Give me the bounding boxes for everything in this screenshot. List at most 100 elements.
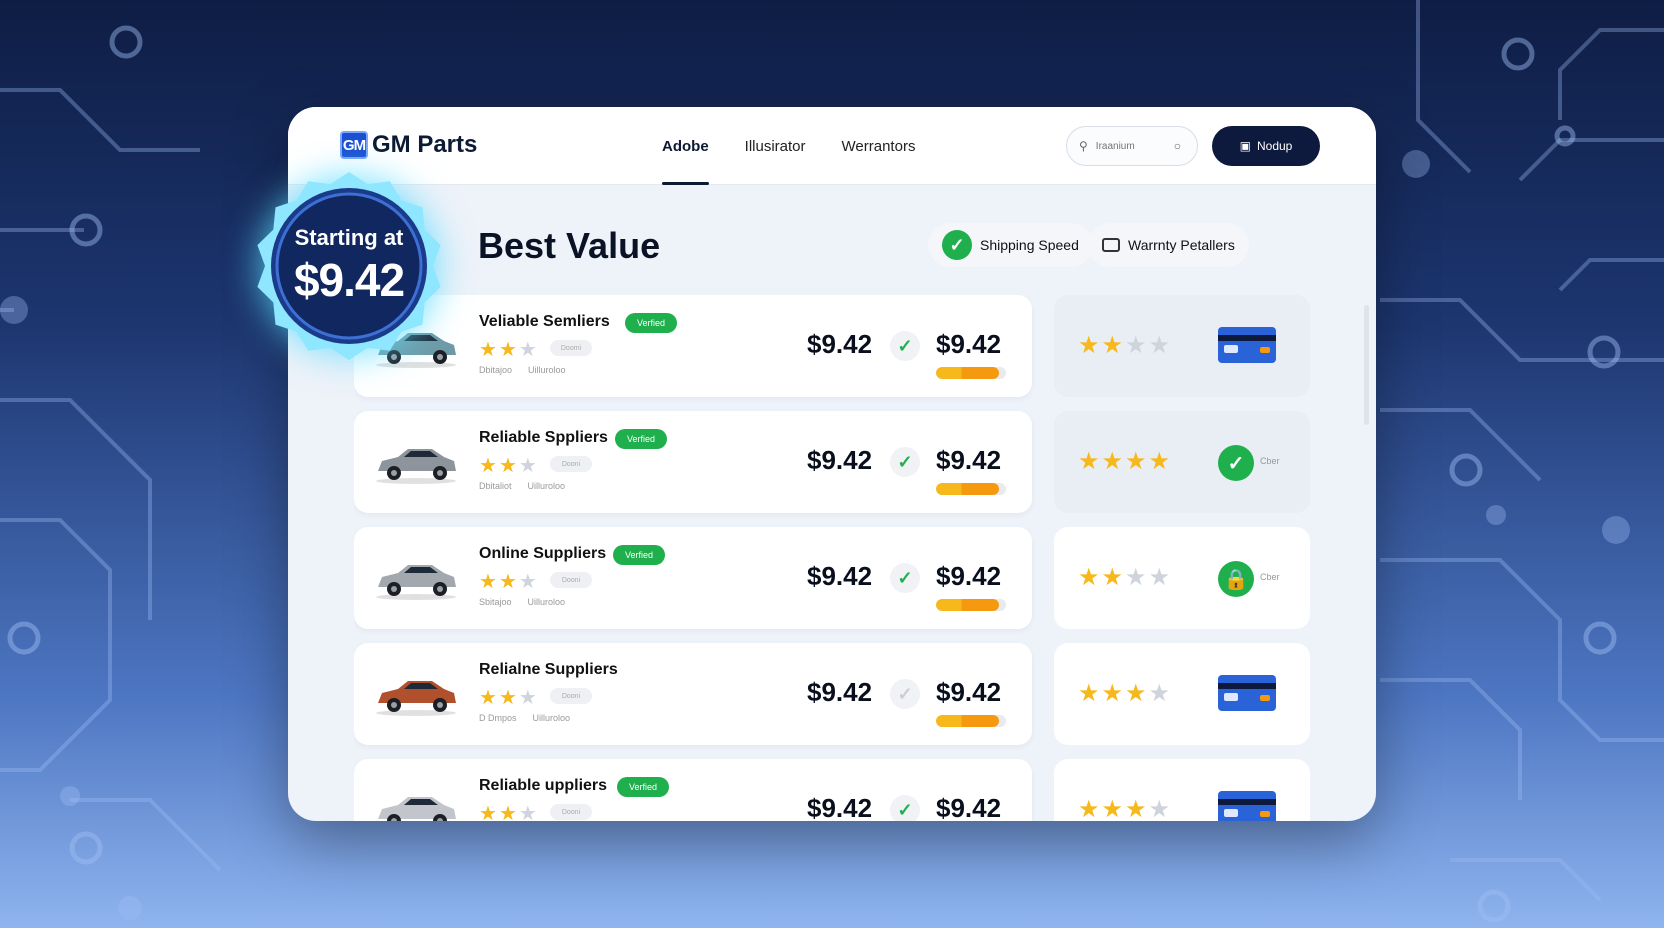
- star-filled-icon: ★: [1101, 564, 1124, 591]
- checkmark-icon[interactable]: ✓: [890, 563, 920, 593]
- rating-pill: Dooni: [550, 804, 592, 820]
- supplier-name: Reliable uppliers: [479, 777, 608, 794]
- warranty-card[interactable]: ★ ★ ★ ★ ✓ Cber: [1054, 411, 1310, 513]
- warranty-card[interactable]: ★ ★ ★ ★ 🔒 Cber: [1054, 527, 1310, 629]
- nodup-button[interactable]: ▣ Nodup: [1212, 126, 1320, 166]
- shipping-speed-filter[interactable]: ✓ Shipping Speed: [928, 223, 1093, 267]
- warranty-filter[interactable]: Warrnty Petallers: [1088, 223, 1249, 267]
- star-empty-icon: ★: [518, 571, 537, 593]
- supplier-card[interactable]: Reliable Sppliers Verfied ★ ★ ★ Dooni Dbitalio…: [354, 411, 1032, 513]
- star-filled-icon: ★: [1101, 796, 1124, 821]
- rating-pill: Dooni: [550, 572, 592, 588]
- warranty-rating: ★ ★ ★ ★: [1078, 679, 1170, 708]
- lock-icon: 🔒: [1218, 561, 1254, 597]
- supplier-meta: Dbitaliot Uilluroloo: [479, 481, 565, 491]
- meta-field-2: Uilluroloo: [532, 713, 571, 723]
- supplier-row[interactable]: Reliable Sppliers Verfied ★ ★ ★ Dooni Dbitalio…: [354, 411, 1320, 513]
- star-empty-icon: ★: [1148, 332, 1171, 359]
- star-empty-icon: ★: [1125, 332, 1147, 359]
- supplier-row[interactable]: Reliable uppliers Verfied ★ ★ ★ Dooni $9.42 ✓ $9…: [354, 759, 1320, 821]
- supplier-row[interactable]: Relialne Suppliers ★ ★ ★ Dooni D Dmpos Uilluro…: [354, 643, 1320, 745]
- meta-field-2: Uilluroloo: [527, 597, 566, 607]
- supplier-name: Relialne Suppliers: [479, 661, 618, 678]
- star-filled-icon: ★: [498, 803, 517, 821]
- nav-item-illustrator[interactable]: Illusirator: [745, 107, 806, 185]
- rating-pill: Dooni: [550, 688, 592, 704]
- value-bar-fill: [936, 599, 999, 611]
- supplier-rating: ★ ★ ★: [479, 801, 537, 821]
- star-filled-icon: ★: [479, 687, 497, 709]
- price-final: $9.42: [936, 793, 1002, 821]
- supplier-row[interactable]: Veliable Semliers Verfied ★ ★ ★ Doomi Dbitajoo…: [354, 295, 1320, 397]
- car-image: [376, 681, 456, 716]
- app-title: GM Parts: [372, 131, 478, 158]
- star-empty-icon: ★: [518, 455, 537, 477]
- square-icon: ▣: [1239, 139, 1251, 153]
- star-filled-icon: ★: [1148, 448, 1171, 475]
- check-icon: ✓: [942, 230, 972, 260]
- app-window: GM GM Parts Adobe Illusirator Werrantors…: [288, 107, 1376, 821]
- supplier-card[interactable]: Veliable Semliers Verfied ★ ★ ★ Doomi Dbitajoo…: [354, 295, 1032, 397]
- star-filled-icon: ★: [479, 339, 497, 361]
- refresh-icon[interactable]: ○: [1174, 139, 1181, 153]
- credit-card-icon: [1218, 327, 1276, 363]
- side-label: Cber: [1260, 456, 1280, 466]
- price-original: $9.42: [807, 793, 873, 821]
- supplier-row[interactable]: Online Suppliers Verfied ★ ★ ★ Dooni Sbitajoo U…: [354, 527, 1320, 629]
- meta-field-1: Sbitajoo: [479, 597, 512, 607]
- value-bar: [936, 483, 1006, 495]
- star-filled-icon: ★: [479, 571, 497, 593]
- nav-item-warrantors[interactable]: Werrantors: [842, 107, 916, 185]
- price-original: $9.42: [807, 561, 873, 591]
- logo[interactable]: GM GM Parts: [340, 131, 477, 159]
- supplier-rating: ★ ★ ★: [479, 569, 537, 594]
- verified-badge: Verfied: [615, 429, 668, 449]
- supplier-name: Veliable Semliers: [479, 313, 610, 330]
- price-final: $9.42: [936, 561, 1002, 591]
- supplier-card[interactable]: Relialne Suppliers ★ ★ ★ Dooni D Dmpos Uilluro…: [354, 643, 1032, 745]
- star-filled-icon: ★: [1101, 680, 1124, 707]
- warranty-rating: ★ ★ ★ ★: [1078, 563, 1170, 592]
- verified-badge: Verfied: [625, 313, 678, 333]
- credit-card-icon: [1218, 791, 1276, 821]
- supplier-name: Online Suppliers: [479, 545, 607, 562]
- meta-field-1: D Dmpos: [479, 713, 517, 723]
- side-label: Cber: [1260, 572, 1280, 582]
- warranty-card[interactable]: ★ ★ ★ ★: [1054, 759, 1310, 821]
- star-empty-icon: ★: [1148, 680, 1171, 707]
- star-filled-icon: ★: [498, 339, 517, 361]
- scrollbar[interactable]: [1364, 305, 1369, 425]
- checkmark-icon[interactable]: ✓: [890, 679, 920, 709]
- nav-bar: Adobe Illusirator Werrantors: [662, 107, 915, 185]
- star-filled-icon: ★: [1125, 448, 1147, 475]
- star-empty-icon: ★: [518, 339, 537, 361]
- supplier-meta: D Dmpos Uilluroloo: [479, 713, 570, 723]
- warranty-card[interactable]: ★ ★ ★ ★: [1054, 295, 1310, 397]
- checkmark-icon[interactable]: ✓: [890, 795, 920, 821]
- price-final: $9.42: [936, 329, 1002, 359]
- search-input[interactable]: [1095, 140, 1166, 152]
- search-icon: ⚲: [1079, 139, 1088, 153]
- star-empty-icon: ★: [1148, 564, 1171, 591]
- price-original: $9.42: [807, 445, 873, 475]
- star-filled-icon: ★: [1078, 796, 1100, 821]
- checkmark-icon[interactable]: ✓: [890, 331, 920, 361]
- supplier-card[interactable]: Reliable uppliers Verfied ★ ★ ★ Dooni $9.42 ✓ $9…: [354, 759, 1032, 821]
- checkmark-icon[interactable]: ✓: [890, 447, 920, 477]
- value-bar: [936, 599, 1006, 611]
- nav-item-adobe[interactable]: Adobe: [662, 107, 709, 185]
- warranty-rating: ★ ★ ★ ★: [1078, 447, 1170, 476]
- star-filled-icon: ★: [1078, 332, 1100, 359]
- star-empty-icon: ★: [1148, 796, 1171, 821]
- price-original: $9.42: [807, 329, 873, 359]
- car-image: [376, 449, 456, 484]
- star-filled-icon: ★: [479, 803, 497, 821]
- warranty-label: Warrnty Petallers: [1128, 237, 1235, 253]
- warranty-card[interactable]: ★ ★ ★ ★: [1054, 643, 1310, 745]
- supplier-card[interactable]: Online Suppliers Verfied ★ ★ ★ Dooni Sbitajoo U…: [354, 527, 1032, 629]
- car-image: [376, 565, 456, 600]
- value-bar-fill: [936, 483, 999, 495]
- gm-logo-icon: GM: [340, 131, 368, 159]
- price-final: $9.42: [936, 445, 1002, 475]
- meta-field-2: Uilluroloo: [527, 481, 566, 491]
